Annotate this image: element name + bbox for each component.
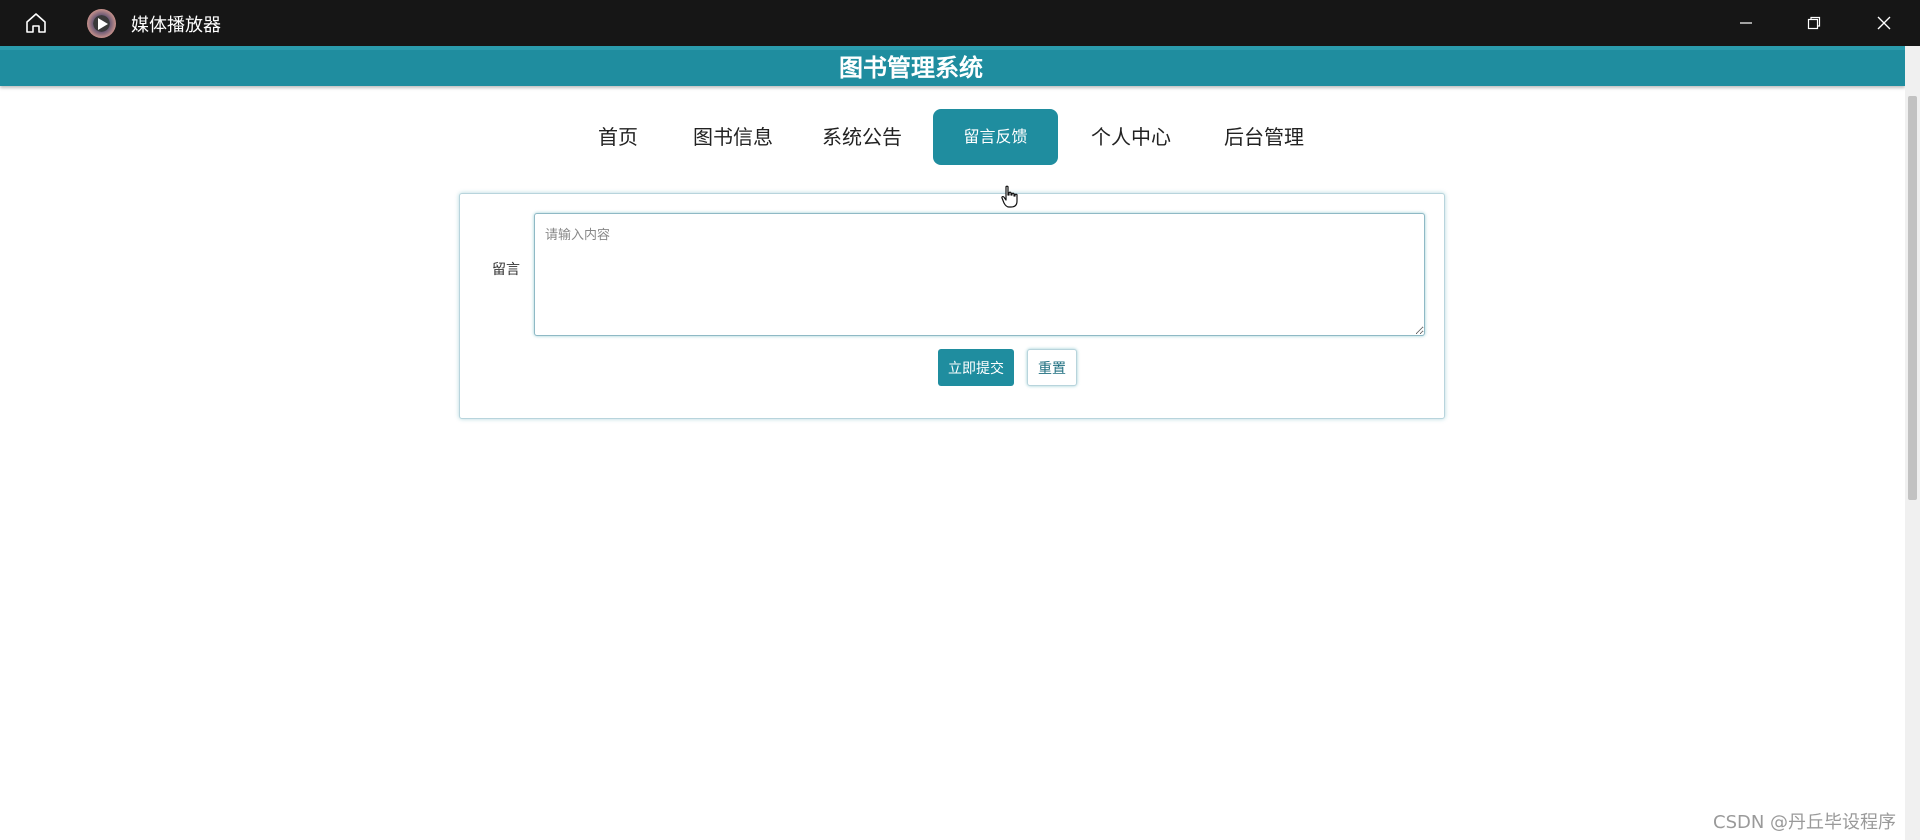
window-titlebar: 媒体播放器 — [0, 0, 1920, 46]
page-content: 图书管理系统 首页 图书信息 系统公告 留言反馈 个人中心 后台管理 留言 立即… — [0, 46, 1905, 840]
scrollbar[interactable] — [1905, 46, 1920, 840]
nav-item-announcements[interactable]: 系统公告 — [814, 109, 910, 165]
nav-item-admin[interactable]: 后台管理 — [1216, 109, 1312, 165]
restore-icon — [1807, 16, 1821, 30]
reset-button[interactable]: 重置 — [1027, 349, 1077, 386]
message-label: 留言 — [492, 262, 520, 278]
close-button[interactable] — [1850, 0, 1918, 46]
message-textarea[interactable] — [534, 213, 1425, 336]
site-header: 图书管理系统 — [0, 46, 1905, 86]
feedback-form: 留言 立即提交 重置 — [459, 193, 1445, 419]
site-title: 图书管理系统 — [839, 54, 983, 82]
minimize-button[interactable] — [1712, 0, 1780, 46]
hand-cursor-icon — [1001, 185, 1018, 208]
nav-item-home[interactable]: 首页 — [583, 109, 653, 165]
nav-item-profile[interactable]: 个人中心 — [1083, 109, 1179, 165]
media-player-icon — [87, 9, 116, 38]
window-title: 媒体播放器 — [131, 15, 221, 36]
close-icon — [1877, 16, 1891, 30]
nav-item-books[interactable]: 图书信息 — [685, 109, 781, 165]
minimize-icon — [1740, 22, 1752, 24]
restore-button[interactable] — [1780, 0, 1848, 46]
home-icon[interactable] — [20, 9, 52, 37]
main-nav: 首页 图书信息 系统公告 留言反馈 个人中心 后台管理 — [0, 109, 1905, 165]
submit-button[interactable]: 立即提交 — [938, 349, 1014, 386]
scrollbar-thumb[interactable] — [1908, 96, 1917, 500]
nav-item-feedback[interactable]: 留言反馈 — [933, 109, 1058, 165]
watermark: CSDN @丹丘毕设程序 — [1713, 812, 1897, 833]
